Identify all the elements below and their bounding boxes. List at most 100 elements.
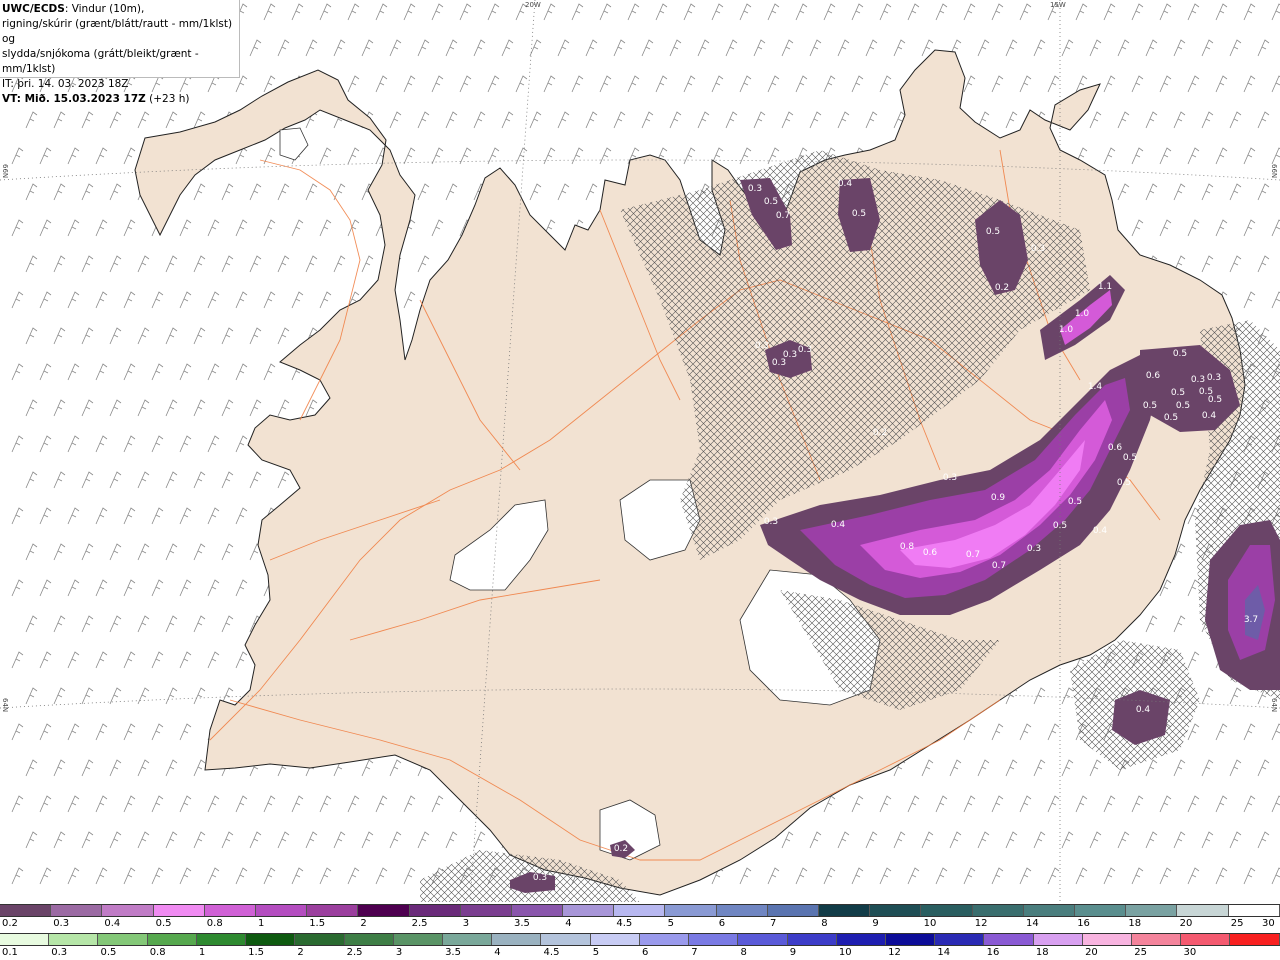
scale-swatch (689, 934, 739, 945)
info-line-2: rigning/skúrir (grænt/blátt/rautt - mm/1… (2, 18, 233, 45)
precip-value-label: 0.3 (1027, 544, 1041, 554)
scale-label: 0.8 (149, 947, 166, 958)
info-variable: : Vindur (10m), (64, 3, 145, 15)
scale-label: 0.8 (206, 918, 223, 929)
valid-time: VT: Mið. 15.03.2023 17Z (2, 93, 146, 105)
scale-swatch (819, 905, 871, 916)
scale-label: 8 (740, 947, 747, 958)
precip-value-label: 0.4 (838, 179, 853, 189)
precip-value-label: 0.6 (1146, 371, 1161, 381)
scale-swatch (460, 905, 512, 916)
scale-label: 8 (821, 918, 828, 929)
scale-label: 2.5 (346, 947, 363, 958)
scale-swatch (358, 905, 410, 916)
scale-label: 10 (838, 947, 852, 958)
scale-swatch (1074, 905, 1127, 916)
scale-label: 0.3 (53, 918, 70, 929)
precip-value-label: 0.5 (1123, 453, 1137, 463)
scale-swatch (1023, 905, 1075, 916)
scale-label: 5 (667, 918, 674, 929)
precip-value-label: 0.4 (1202, 411, 1217, 421)
scale-swatch (1126, 905, 1178, 916)
scale-swatch (442, 934, 493, 945)
scale-swatch (716, 905, 768, 916)
precip-value-label: 0.3 (772, 358, 786, 368)
scale-label: 16 (986, 947, 1000, 958)
scale-label: 3 (395, 947, 403, 958)
scale-label: 30 (1183, 947, 1197, 958)
scale-swatch (836, 934, 886, 945)
scale-label: 18 (1035, 947, 1049, 958)
precip-value-label: 0.3 (1031, 244, 1045, 254)
scale-swatch (204, 905, 256, 916)
lat-label-66n-right: 66N (1270, 164, 1278, 179)
scale-label: 1.5 (309, 918, 326, 929)
precip-value-label: 0.9 (991, 493, 1006, 503)
scale-swatch (767, 905, 819, 916)
precip-value-label: 0.2 (995, 283, 1009, 293)
precip-value-label: 0.3 (533, 873, 547, 883)
scale-label: 20 (1085, 947, 1098, 958)
lat-label-64n-left: 64N (1, 698, 9, 713)
scale-label: 0.3 (51, 947, 68, 958)
scale-label: 0.2 (2, 918, 18, 929)
precip-value-label: 0.4 (831, 520, 846, 530)
scale-label: 0.4 (104, 918, 121, 929)
scale-swatch (1230, 934, 1280, 945)
precip-value-label: 0.5 (764, 197, 778, 207)
lat-label-66n-left: 66N (1, 164, 9, 179)
scale-swatch (147, 934, 197, 945)
scale-swatch (885, 934, 936, 945)
color-legend: 0.2 0.3 0.4 0.5 0.8 1 1.5 2 2.5 3 3.5 4 4.5 5 6 7 8 9 10 12… (0, 902, 1280, 960)
lat-label-64n-right: 64N (1270, 698, 1278, 713)
scale-swatch (614, 905, 666, 916)
scale-swatch (1181, 934, 1231, 945)
scale-label: 12 (888, 947, 901, 958)
scale-label: 9 (789, 947, 797, 958)
precip-value-label: 0.6 (1108, 443, 1123, 453)
scale-label: 0.1 (2, 947, 18, 958)
scale-label: 1 (198, 947, 206, 958)
scale-swatch (0, 905, 52, 916)
scale-swatch (51, 905, 103, 916)
precip-value-label: 1.0 (1059, 325, 1074, 335)
scale-swatch (921, 905, 973, 916)
precip-value-label: 0.3 (1207, 373, 1221, 383)
precip-value-label: 0.5 (1143, 401, 1157, 411)
scale-swatch (972, 905, 1024, 916)
scale-swatch (1177, 905, 1229, 916)
scale-swatch (102, 905, 154, 916)
scale-label: 4 (565, 918, 572, 929)
precip-value-label: 0.3 (1191, 375, 1205, 385)
precip-value-label: 0.6 (923, 548, 938, 558)
precip-value-label: 0.3 (943, 473, 957, 483)
scale-label: 0.5 (155, 918, 172, 929)
scale-swatch (98, 934, 148, 945)
rain-color-scale (0, 933, 1280, 946)
scale-label: 7 (691, 947, 698, 958)
scale-label: 3 (462, 918, 470, 929)
scale-swatch (511, 905, 564, 916)
lon-label-20w: 20W (525, 1, 541, 9)
scale-swatch (1082, 934, 1133, 945)
scale-swatch (344, 934, 394, 945)
precip-value-label: 0.3 (755, 341, 769, 351)
scale-label: 1 (258, 918, 265, 929)
precip-value-label: 0.3 (764, 517, 778, 527)
scale-swatch (1033, 934, 1083, 945)
initial-time: IT: þri. 14. 03. 2023 18Z (2, 78, 129, 90)
lon-label-15w: 15W (1050, 1, 1066, 9)
scale-label: 12 (974, 918, 988, 929)
precip-value-label: 0.7 (992, 561, 1006, 571)
precip-value-label: 0.4 (1136, 705, 1151, 715)
precip-value-label: 0.5 (1171, 388, 1185, 398)
scale-swatch (1228, 905, 1280, 916)
precip-value-label: 1.1 (1098, 282, 1112, 292)
scale-label: 2 (360, 918, 367, 929)
scale-label: 14 (937, 947, 951, 958)
precip-value-label: 0.2 (873, 428, 887, 438)
info-line-1: UWC/ECDS: Vindur (10m), (2, 2, 239, 17)
precip-value-label: 0.2 (614, 844, 628, 854)
scale-swatch (49, 934, 99, 945)
scale-swatch (492, 934, 542, 945)
